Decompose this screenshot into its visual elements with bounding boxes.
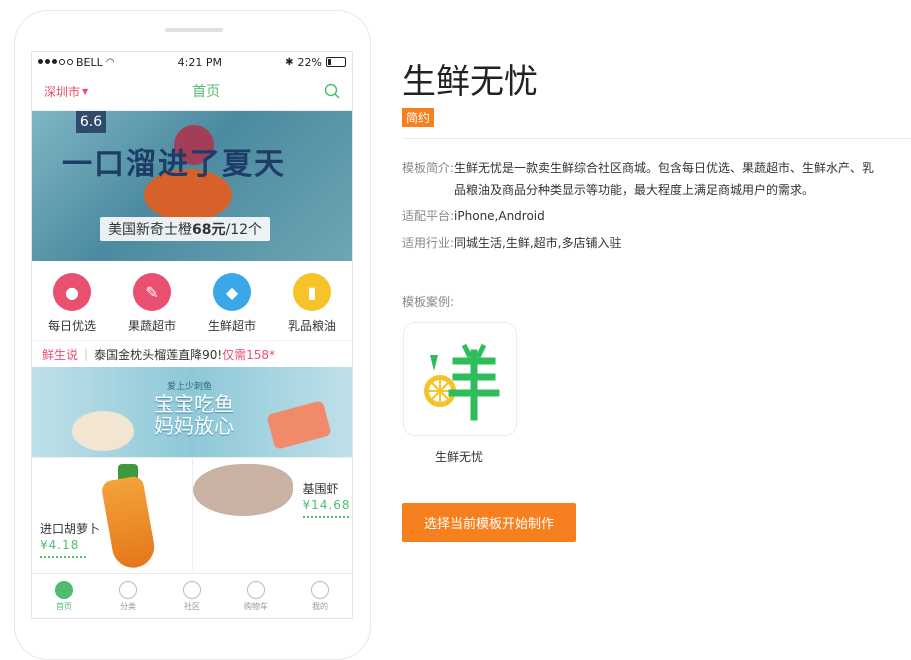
category-row: ● 每日优选 ✎ 果蔬超市 ◆ 生鲜超市 ▮ 乳品粮油	[32, 261, 352, 340]
status-time: 4:21 PM	[177, 55, 222, 69]
description-label: 模板简介:	[402, 161, 455, 175]
promo-headline-line1: 宝宝吃鱼	[154, 392, 234, 416]
search-icon[interactable]	[324, 83, 340, 99]
tab-label: 购物车	[244, 601, 268, 611]
category-icon	[119, 580, 137, 599]
product-card-carrot[interactable]: 进口胡萝卜 ¥4.18	[32, 458, 193, 571]
caption-price: 68元	[192, 222, 226, 238]
city-selector[interactable]: 深圳市 ▼	[44, 83, 88, 100]
template-industry: 适用行业:同城生活,生鲜,超市,多店铺入驻	[402, 232, 622, 254]
phone-speaker	[165, 28, 223, 32]
description-text: 生鲜无忧是一款卖生鲜综合社区商城。包含每日优选、果蔬超市、生鲜水产、乳品粮油及商…	[454, 161, 875, 197]
phone-screen: BELL ◠ 4:21 PM ✱ 22% 深圳市 ▼ 首页 6.6 一口溜进了夏…	[31, 51, 353, 619]
city-label: 深圳市	[44, 84, 81, 99]
category-label: 乳品粮油	[287, 319, 336, 333]
product-price: ¥14.68	[302, 498, 351, 512]
category-label: 果蔬超市	[127, 319, 176, 333]
industry-label: 适用行业:	[402, 236, 455, 250]
home-icon	[55, 580, 73, 599]
banner-slogan: 一口溜进了夏天	[62, 147, 286, 182]
tab-home[interactable]: 首页	[32, 574, 96, 618]
tab-label: 社区	[184, 601, 200, 611]
banner-date: 6.6	[76, 111, 106, 133]
product-name: 进口胡萝卜	[40, 522, 101, 536]
wifi-icon: ◠	[105, 56, 115, 68]
cart-icon	[247, 580, 265, 599]
news-text: 泰国金枕头榴莲直降90!	[94, 347, 223, 362]
template-description: 模板简介:生鲜无忧是一款卖生鲜综合社区商城。包含每日优选、果蔬超市、生鲜水产、乳…	[402, 157, 902, 201]
promo-banner[interactable]: 爱上少刺鱼 宝宝吃鱼 妈妈放心	[32, 367, 352, 457]
category-label: 每日优选	[47, 319, 96, 333]
tab-label: 首页	[56, 601, 72, 611]
tab-profile[interactable]: 我的	[288, 574, 352, 618]
phone-mockup: BELL ◠ 4:21 PM ✱ 22% 深圳市 ▼ 首页 6.6 一口溜进了夏…	[14, 10, 371, 660]
case-label: 模板案例:	[402, 295, 455, 309]
salmon-illustration	[266, 400, 332, 450]
news-price: 仅需158*	[222, 347, 276, 362]
category-daily[interactable]: ● 每日优选	[48, 273, 96, 334]
tab-bar: 首页 分类 社区 购物车 我的	[32, 573, 352, 618]
platform-label: 适配平台:	[402, 209, 455, 223]
status-bar: BELL ◠ 4:21 PM ✱ 22%	[32, 52, 352, 72]
category-produce[interactable]: ✎ 果蔬超市	[128, 273, 176, 334]
news-divider: |	[84, 347, 89, 361]
shrimp-illustration	[192, 464, 293, 516]
caret-down-icon: ▼	[82, 86, 89, 96]
divider	[402, 138, 911, 139]
nav-title: 首页	[192, 84, 221, 100]
nav-bar: 深圳市 ▼ 首页	[32, 72, 352, 111]
category-fresh[interactable]: ◆ 生鲜超市	[208, 273, 256, 334]
price-underline	[302, 516, 349, 518]
fish-icon: ◆	[212, 273, 251, 311]
platform-value: iPhone,Android	[454, 209, 545, 223]
app-logo-icon	[424, 343, 500, 421]
tab-cart[interactable]: 购物车	[224, 574, 288, 618]
tab-community[interactable]: 社区	[160, 574, 224, 618]
banner-caption: 美国新奇士橙68元/12个	[100, 217, 271, 241]
template-title: 生鲜无忧	[402, 62, 538, 102]
start-building-button[interactable]: 选择当前模板开始制作	[402, 503, 576, 542]
case-app-card[interactable]	[403, 322, 517, 436]
product-card-shrimp[interactable]: 基围虾 ¥14.68	[192, 458, 353, 570]
carrot-illustration	[100, 475, 158, 571]
signal-icon	[38, 59, 73, 65]
carrier: BELL	[76, 55, 103, 69]
product-grid: 进口胡萝卜 ¥4.18 基围虾 ¥14.68	[32, 457, 353, 571]
promo-headline-line2: 妈妈放心	[154, 414, 234, 438]
case-app-name: 生鲜无忧	[434, 450, 483, 464]
bluetooth-icon: ✱	[285, 56, 294, 68]
caption-unit: /12个	[225, 222, 263, 238]
tab-category[interactable]: 分类	[96, 574, 160, 618]
caption-product: 美国新奇士橙	[108, 222, 192, 238]
tab-label: 我的	[312, 601, 328, 611]
news-ticker[interactable]: 鲜生说 | 泰国金枕头榴莲直降90! 仅需158*	[32, 340, 352, 367]
milk-icon: ▮	[292, 273, 331, 311]
community-icon	[183, 580, 201, 599]
template-platform: 适配平台:iPhone,Android	[402, 205, 545, 227]
category-label: 生鲜超市	[207, 319, 256, 333]
style-badge: 简约	[402, 108, 435, 127]
product-price: ¥4.18	[40, 538, 80, 552]
promo-small-text: 爱上少刺鱼	[167, 382, 213, 392]
battery-percent: 22%	[297, 55, 322, 69]
category-dairy[interactable]: ▮ 乳品粮油	[288, 273, 336, 334]
promo-headline: 宝宝吃鱼 妈妈放心	[154, 393, 234, 437]
carrot-icon: ✎	[132, 273, 171, 311]
grape-icon: ●	[52, 273, 91, 311]
tab-label: 分类	[120, 601, 136, 611]
user-icon	[311, 580, 329, 599]
battery-icon	[325, 57, 346, 67]
salad-illustration	[72, 411, 134, 451]
news-tag: 鲜生说	[42, 347, 79, 362]
product-name: 基围虾	[302, 482, 339, 496]
price-underline	[40, 556, 86, 558]
hero-banner[interactable]: 6.6 一口溜进了夏天 美国新奇士橙68元/12个	[32, 111, 352, 261]
industry-value: 同城生活,生鲜,超市,多店铺入驻	[454, 236, 622, 250]
